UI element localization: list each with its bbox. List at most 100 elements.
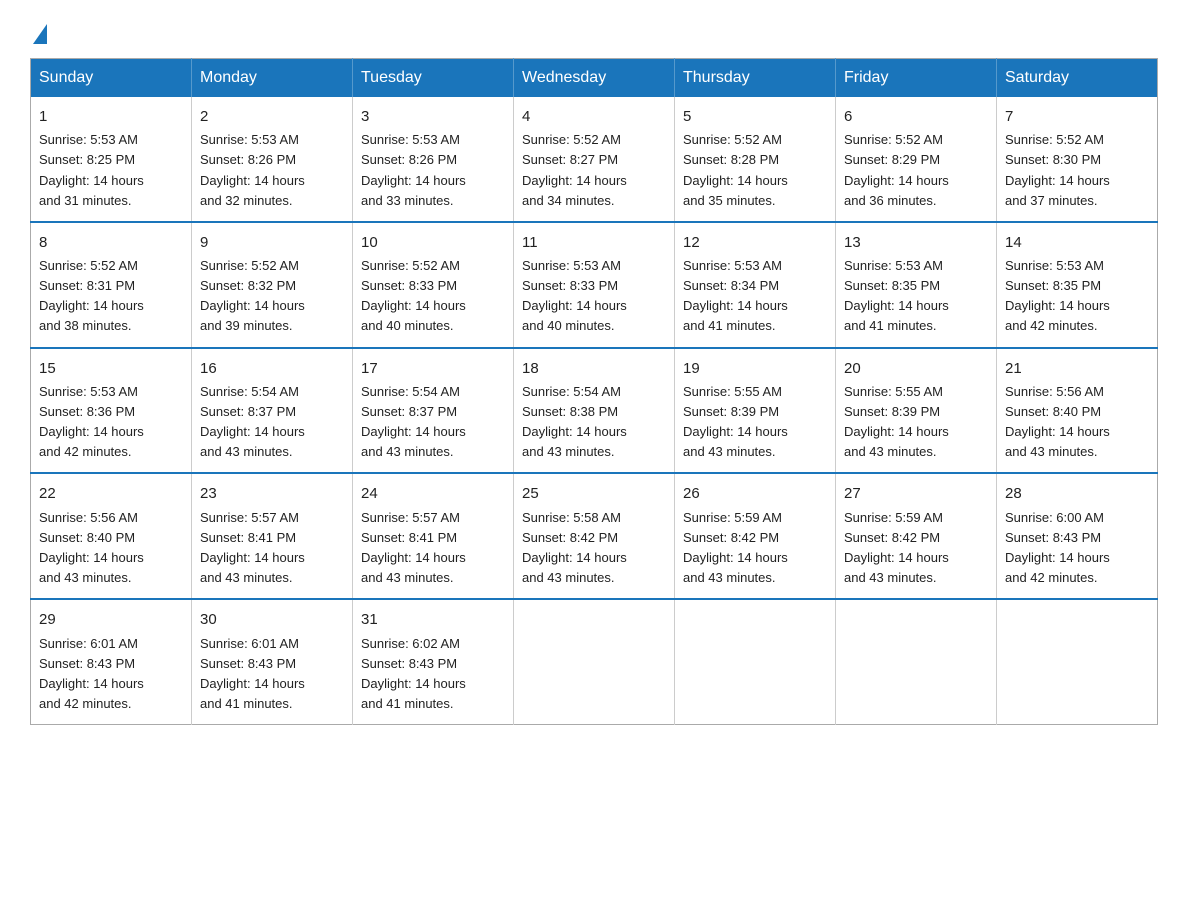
sunrise-text: Sunrise: 5:54 AM xyxy=(200,384,299,399)
calendar-cell-3-5: 19 Sunrise: 5:55 AM Sunset: 8:39 PM Dayligh… xyxy=(675,348,836,474)
sunset-text: Sunset: 8:25 PM xyxy=(39,152,135,167)
daylight-hours: Daylight: 14 hours xyxy=(361,298,466,313)
day-number: 21 xyxy=(1005,357,1149,380)
sunset-text: Sunset: 8:37 PM xyxy=(200,404,296,419)
daylight-hours: Daylight: 14 hours xyxy=(844,298,949,313)
day-number: 5 xyxy=(683,105,827,128)
daylight-hours: Daylight: 14 hours xyxy=(683,550,788,565)
day-number: 26 xyxy=(683,482,827,505)
daylight-hours: Daylight: 14 hours xyxy=(39,424,144,439)
day-number: 17 xyxy=(361,357,505,380)
calendar-cell-2-7: 14Sunrise: 5:53 AMSunset: 8:35 PMDayligh… xyxy=(997,222,1158,348)
day-number: 18 xyxy=(522,357,666,380)
sunrise-text: Sunrise: 5:52 AM xyxy=(361,258,460,273)
calendar-cell-3-3: 17Sunrise: 5:54 AMSunset: 8:37 PMDayligh… xyxy=(353,348,514,474)
sunset-text: Sunset: 8:41 PM xyxy=(200,530,296,545)
day-number: 11 xyxy=(522,231,666,254)
column-header-saturday: Saturday xyxy=(997,59,1158,98)
daylight-minutes: and 43 minutes. xyxy=(39,570,132,585)
daylight-minutes: and 34 minutes. xyxy=(522,193,615,208)
daylight-minutes: and 43 minutes. xyxy=(844,570,937,585)
calendar-cell-5-6 xyxy=(836,599,997,724)
sunset-text: Sunset: 8:32 PM xyxy=(200,278,296,293)
daylight-hours: Daylight: 14 hours xyxy=(39,676,144,691)
sunrise-text: Sunrise: 5:52 AM xyxy=(683,132,782,147)
calendar-cell-2-6: 13Sunrise: 5:53 AMSunset: 8:35 PMDayligh… xyxy=(836,222,997,348)
calendar-cell-3-1: 15Sunrise: 5:53 AMSunset: 8:36 PMDayligh… xyxy=(31,348,192,474)
sunrise-text: Sunrise: 5:53 AM xyxy=(39,384,138,399)
week-row-5: 29 Sunrise: 6:01 AM Sunset: 8:43 PM Dayligh… xyxy=(31,599,1158,724)
calendar-cell-3-2: 16Sunrise: 5:54 AMSunset: 8:37 PMDayligh… xyxy=(192,348,353,474)
day-number: 14 xyxy=(1005,231,1149,254)
daylight-hours: Daylight: 14 hours xyxy=(200,550,305,565)
calendar-cell-5-5 xyxy=(675,599,836,724)
day-number: 10 xyxy=(361,231,505,254)
sunset-text: Sunset: 8:43 PM xyxy=(200,656,296,671)
daylight-hours: Daylight: 14 hours xyxy=(683,424,788,439)
calendar-cell-3-6: 20Sunrise: 5:55 AMSunset: 8:39 PMDayligh… xyxy=(836,348,997,474)
sunrise-text: Sunrise: 5:52 AM xyxy=(39,258,138,273)
day-number: 23 xyxy=(200,482,344,505)
sunrise-text: Sunrise: 5:59 AM xyxy=(844,510,943,525)
day-number: 19 xyxy=(683,357,827,380)
sunset-text: Sunset: 8:39 PM xyxy=(844,404,940,419)
daylight-hours: Daylight: 14 hours xyxy=(844,173,949,188)
column-header-sunday: Sunday xyxy=(31,59,192,98)
day-number: 27 xyxy=(844,482,988,505)
sunset-text: Sunset: 8:30 PM xyxy=(1005,152,1101,167)
week-row-2: 8 Sunrise: 5:52 AM Sunset: 8:31 PM Daylight… xyxy=(31,222,1158,348)
day-number: 28 xyxy=(1005,482,1149,505)
sunrise-text: Sunrise: 6:01 AM xyxy=(39,636,138,651)
day-number: 12 xyxy=(683,231,827,254)
sunrise-text: Sunrise: 5:58 AM xyxy=(522,510,621,525)
calendar-cell-2-5: 12Sunrise: 5:53 AMSunset: 8:34 PMDayligh… xyxy=(675,222,836,348)
daylight-minutes: and 39 minutes. xyxy=(200,318,293,333)
calendar-cell-2-4: 11Sunrise: 5:53 AMSunset: 8:33 PMDayligh… xyxy=(514,222,675,348)
daylight-minutes: and 43 minutes. xyxy=(1005,444,1098,459)
daylight-hours: Daylight: 14 hours xyxy=(683,173,788,188)
sunrise-text: Sunrise: 5:53 AM xyxy=(522,258,621,273)
calendar-cell-5-7 xyxy=(997,599,1158,724)
sunrise-text: Sunrise: 6:01 AM xyxy=(200,636,299,651)
calendar-cell-5-2: 30Sunrise: 6:01 AMSunset: 8:43 PMDayligh… xyxy=(192,599,353,724)
sunrise-text: Sunrise: 5:57 AM xyxy=(361,510,460,525)
daylight-minutes: and 43 minutes. xyxy=(200,570,293,585)
sunset-text: Sunset: 8:26 PM xyxy=(200,152,296,167)
daylight-hours: Daylight: 14 hours xyxy=(39,550,144,565)
daylight-minutes: and 43 minutes. xyxy=(522,444,615,459)
sunrise-text: Sunrise: 5:55 AM xyxy=(844,384,943,399)
sunrise-text: Sunrise: 5:55 AM xyxy=(683,384,782,399)
calendar-cell-1-6: 6Sunrise: 5:52 AMSunset: 8:29 PMDaylight… xyxy=(836,97,997,222)
sunset-text: Sunset: 8:39 PM xyxy=(683,404,779,419)
sunset-text: Sunset: 8:40 PM xyxy=(1005,404,1101,419)
sunset-text: Sunset: 8:31 PM xyxy=(39,278,135,293)
calendar-cell-1-5: 5Sunrise: 5:52 AMSunset: 8:28 PMDaylight… xyxy=(675,97,836,222)
sunrise-text: Sunrise: 5:59 AM xyxy=(683,510,782,525)
calendar-cell-5-3: 31Sunrise: 6:02 AMSunset: 8:43 PMDayligh… xyxy=(353,599,514,724)
calendar-cell-1-1: 1Sunrise: 5:53 AMSunset: 8:25 PMDaylight… xyxy=(31,97,192,222)
day-number: 20 xyxy=(844,357,988,380)
day-number: 29 xyxy=(39,608,183,631)
daylight-hours: Daylight: 14 hours xyxy=(361,424,466,439)
day-number: 6 xyxy=(844,105,988,128)
week-row-1: 1Sunrise: 5:53 AMSunset: 8:25 PMDaylight… xyxy=(31,97,1158,222)
calendar-cell-4-4: 25Sunrise: 5:58 AMSunset: 8:42 PMDayligh… xyxy=(514,473,675,599)
sunset-text: Sunset: 8:29 PM xyxy=(844,152,940,167)
day-number: 16 xyxy=(200,357,344,380)
sunset-text: Sunset: 8:36 PM xyxy=(39,404,135,419)
sunset-text: Sunset: 8:42 PM xyxy=(522,530,618,545)
daylight-hours: Daylight: 14 hours xyxy=(39,298,144,313)
sunset-text: Sunset: 8:33 PM xyxy=(522,278,618,293)
daylight-minutes: and 31 minutes. xyxy=(39,193,132,208)
daylight-minutes: and 35 minutes. xyxy=(683,193,776,208)
column-header-tuesday: Tuesday xyxy=(353,59,514,98)
sunset-text: Sunset: 8:43 PM xyxy=(1005,530,1101,545)
daylight-hours: Daylight: 14 hours xyxy=(522,173,627,188)
daylight-minutes: and 40 minutes. xyxy=(361,318,454,333)
daylight-hours: Daylight: 14 hours xyxy=(200,173,305,188)
daylight-minutes: and 40 minutes. xyxy=(522,318,615,333)
day-number: 8 xyxy=(39,231,183,254)
day-number: 13 xyxy=(844,231,988,254)
sunrise-text: Sunrise: 5:53 AM xyxy=(39,132,138,147)
daylight-minutes: and 32 minutes. xyxy=(200,193,293,208)
